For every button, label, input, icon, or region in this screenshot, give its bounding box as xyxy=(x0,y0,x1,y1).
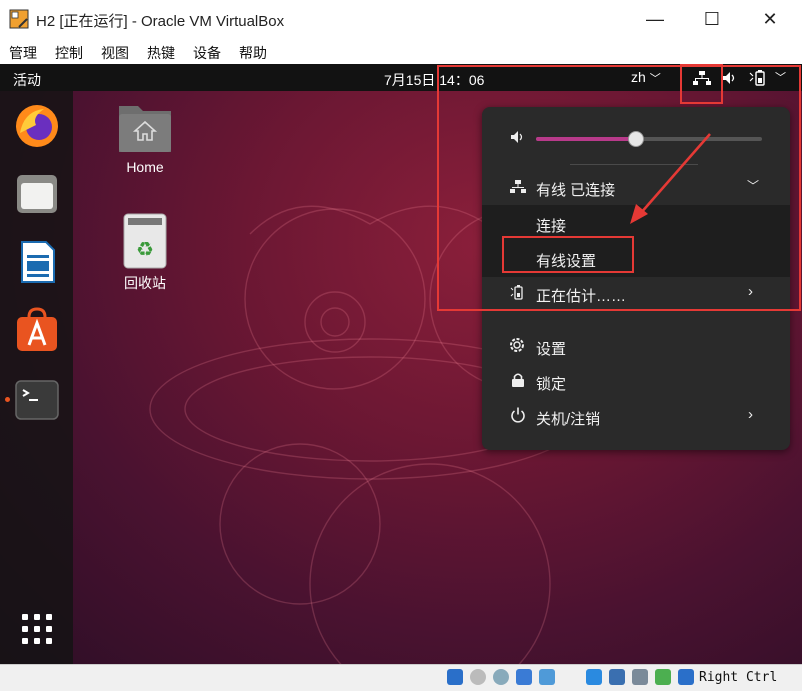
vm-status-bar: Right Ctrl xyxy=(0,664,802,691)
recording-icon[interactable] xyxy=(632,669,648,685)
network-status-icon[interactable] xyxy=(516,669,532,685)
virtualbox-app-icon xyxy=(9,9,29,29)
help-status-icon[interactable] xyxy=(447,669,463,685)
menu-help[interactable]: 帮助 xyxy=(239,43,267,63)
cpu-icon[interactable] xyxy=(655,669,671,685)
menu-view[interactable]: 视图 xyxy=(101,43,129,63)
display-icon[interactable] xyxy=(586,669,602,685)
shared-folder-icon[interactable] xyxy=(609,669,625,685)
optical-drive-icon[interactable] xyxy=(470,669,486,685)
audio-icon[interactable] xyxy=(493,669,509,685)
vm-screen: 活动 7月15日 14：06 zh ﹀ ﹀ Home ♻ 回收站 有线 已连接 … xyxy=(0,64,802,664)
window-title: H2 [正在运行] - Oracle VM VirtualBox xyxy=(36,13,285,30)
maximize-button[interactable]: ☐ xyxy=(697,6,727,32)
menu-control[interactable]: 控制 xyxy=(55,43,83,63)
usb-icon[interactable] xyxy=(539,669,555,685)
mouse-integration-icon[interactable] xyxy=(678,669,694,685)
menubar: 管理 控制 视图 热键 设备 帮助 xyxy=(0,38,802,64)
menu-hotkey[interactable]: 热键 xyxy=(147,43,175,63)
window-titlebar: H2 [正在运行] - Oracle VM VirtualBox — ☐ ✕ xyxy=(0,0,802,38)
minimize-button[interactable]: — xyxy=(640,6,670,32)
menu-manage[interactable]: 管理 xyxy=(9,43,37,63)
close-button[interactable]: ✕ xyxy=(755,6,785,32)
annotation-arrow xyxy=(630,133,711,224)
menu-devices[interactable]: 设备 xyxy=(193,43,221,63)
host-key-label: Right Ctrl xyxy=(699,670,778,685)
